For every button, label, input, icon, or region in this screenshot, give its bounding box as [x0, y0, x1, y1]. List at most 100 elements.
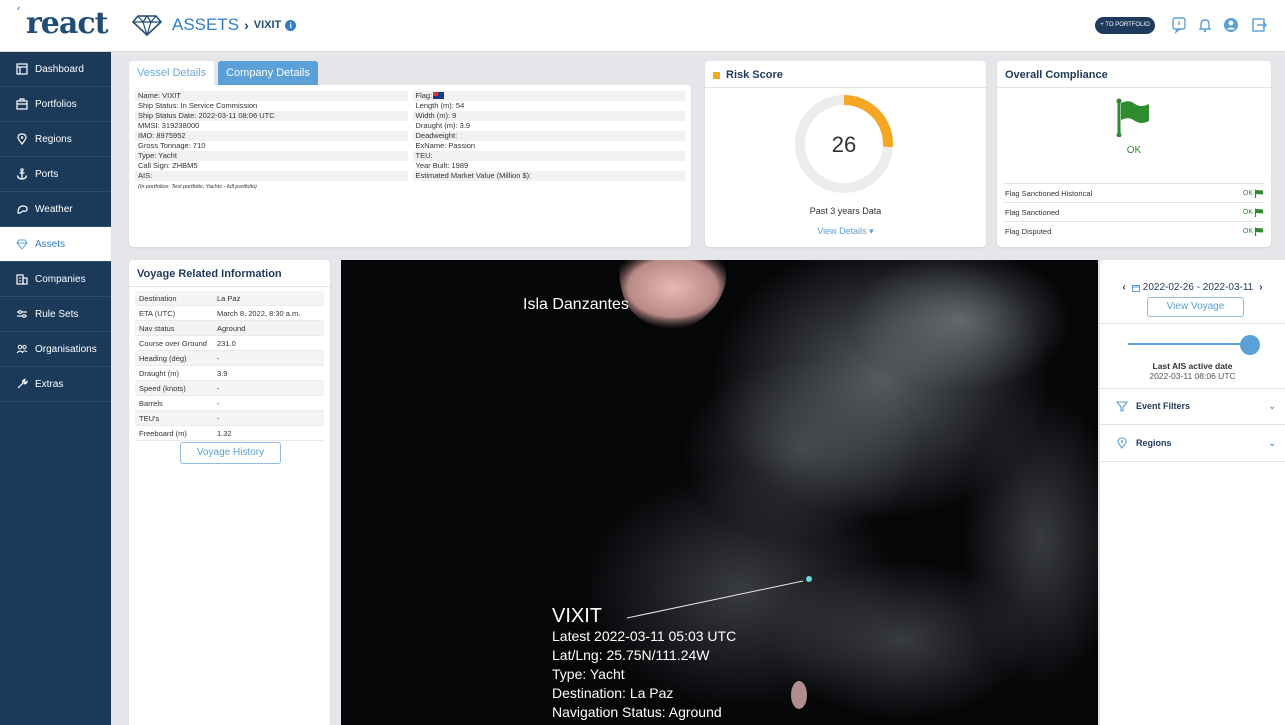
vessel-field: Deadweight:: [412, 131, 685, 141]
ais-date-label: Last AIS active date: [1152, 361, 1233, 371]
date-range-text[interactable]: 2022-02-26 - 2022-03-11: [1143, 282, 1253, 293]
diamond-icon: [16, 239, 28, 250]
vessel-field: ExName: Passion: [415, 141, 476, 150]
list-item: Flag Sanctioned Historical OK: [1003, 183, 1265, 202]
vessel-field: Estimated Market Value (Million $):: [412, 171, 685, 181]
sidebar-item-weather[interactable]: Weather: [0, 192, 111, 227]
voyage-history-button[interactable]: Voyage History: [180, 442, 281, 464]
view-voyage-button[interactable]: View Voyage: [1147, 297, 1244, 317]
compliance-ok-text: OK: [1242, 189, 1253, 197]
table-row: Draught (m) 3.9: [135, 366, 324, 381]
vessel-map-popup: VIXIT Latest 2022-03-11 05:03 UTC Lat/Ln…: [552, 605, 736, 722]
page-title: VIXIT: [253, 19, 282, 31]
vessel-field: Width (m): 9: [412, 111, 685, 121]
voyage-value: -: [217, 383, 220, 393]
compliance-ok-text: OK: [1242, 227, 1253, 235]
event-filters-label: Event Filters: [1136, 401, 1191, 411]
compliance-ok: OK: [1243, 208, 1263, 217]
satellite-map[interactable]: Isla Danzantes VIXIT Latest 2022-03-11 0…: [341, 260, 1098, 725]
voyage-controls-panel: ‹ 2022-02-26 - 2022-03-11 › View Voyage …: [1100, 260, 1285, 725]
map-type: Type: Yacht: [552, 666, 625, 682]
table-row: Freeboard (m) 1.32: [135, 426, 324, 441]
vessel-field: Length (m): 54: [415, 101, 465, 110]
sidebar-item-label: Rule Sets: [35, 308, 79, 320]
sidebar-item-portfolios[interactable]: Portfolios: [0, 87, 111, 122]
info-icon[interactable]: i: [285, 19, 297, 31]
vessel-field: IMO: 8975952: [135, 131, 408, 141]
voyage-key: Heading (deg): [139, 353, 187, 363]
compliance-label: Flag Sanctioned: [1005, 207, 1060, 217]
vessel-field-flag: Flag:: [412, 91, 685, 101]
risk-score-title: Risk Score: [705, 61, 986, 88]
voyage-key: Nav status: [139, 323, 175, 333]
sidebar-item-ports[interactable]: Ports: [0, 157, 111, 192]
regions-toggle[interactable]: Regions ⌄: [1116, 437, 1276, 449]
vessel-field: Ship Status: In Service Commission: [138, 101, 258, 110]
table-row: Course over Ground 231.0: [135, 336, 324, 351]
sidebar-item-label: Dashboard: [35, 63, 84, 75]
next-range-button[interactable]: ›: [1259, 282, 1262, 293]
voyage-value: La Paz: [217, 293, 241, 303]
map-vessel-name: VIXIT: [552, 605, 603, 627]
prev-range-button[interactable]: ‹: [1122, 282, 1125, 293]
sidebar-item-regions[interactable]: Regions: [0, 122, 111, 157]
voyage-info-card: Voyage Related Information Destination La…: [129, 260, 330, 725]
compliance-card: Overall Compliance OK Flag Sanctioned Hi…: [997, 61, 1271, 247]
anchor-icon: [16, 168, 28, 180]
sidebar-item-label: Assets: [35, 238, 66, 250]
date-range: ‹ 2022-02-26 - 2022-03-11 ›: [1100, 282, 1285, 293]
voyage-info-title: Voyage Related Information: [129, 260, 330, 287]
regions-label: Regions: [1136, 438, 1172, 448]
sidebar-item-dashboard[interactable]: Dashboard: [0, 52, 111, 87]
table-row: TEU's -: [135, 411, 324, 426]
voyage-key: TEU's: [139, 413, 160, 423]
ais-slider-thumb[interactable]: [1240, 335, 1260, 355]
sidebar: Dashboard Portfolios Regions Ports Weath…: [0, 52, 111, 725]
map-nav-status: Navigation Status: Aground: [552, 704, 722, 720]
flag-icon: [1116, 98, 1149, 137]
flag-icon: [1254, 189, 1263, 198]
view-details-link[interactable]: View Details ▾: [705, 226, 986, 237]
sidebar-item-companies[interactable]: Companies: [0, 262, 111, 297]
tab-vessel-details[interactable]: Vessel Details: [129, 61, 215, 85]
compliance-list: Flag Sanctioned Historical OK Flag Sanct…: [1003, 183, 1265, 240]
flag-icon: [433, 92, 445, 99]
map-latest: Latest 2022-03-11 05:03 UTC: [552, 628, 737, 644]
flag-icon: [1254, 227, 1263, 236]
logo[interactable]: react: [26, 6, 108, 41]
vessel-field: Gross Tonnage: 710: [138, 141, 206, 150]
logout-icon[interactable]: [1250, 16, 1268, 34]
user-icon[interactable]: [1222, 16, 1240, 34]
breadcrumb-separator: ›: [244, 17, 249, 33]
sidebar-item-organisations[interactable]: Organisations: [0, 332, 111, 367]
vessel-details-panel: Name: VIXIT Ship Status: In Service Comm…: [129, 85, 691, 247]
logo-mark: ʻ: [16, 5, 21, 21]
risk-gauge: 26: [795, 95, 893, 193]
sidebar-item-rule-sets[interactable]: Rule Sets: [0, 297, 111, 332]
compliance-title: Overall Compliance: [997, 61, 1271, 88]
bell-icon[interactable]: [1196, 16, 1214, 34]
map-pin-icon: [1117, 437, 1127, 449]
breadcrumb-assets[interactable]: ASSETS: [172, 15, 239, 35]
compliance-label: Flag Disputed: [1005, 226, 1052, 236]
risk-square-icon: [713, 71, 720, 79]
tab-company-details[interactable]: Company Details: [218, 61, 318, 85]
calendar-icon[interactable]: [1131, 284, 1140, 292]
voyage-key: Freeboard (m): [139, 428, 187, 438]
sidebar-item-assets[interactable]: Assets: [0, 227, 111, 262]
risk-score-title-text: Risk Score: [726, 69, 783, 81]
add-to-portfolio-button[interactable]: + TO PORTFOLIO: [1095, 17, 1155, 34]
table-row: Destination La Paz: [135, 291, 324, 306]
vessel-field: AIS:: [135, 171, 408, 181]
sidebar-item-label: Ports: [35, 168, 59, 180]
event-filters-toggle[interactable]: Event Filters ⌄: [1116, 400, 1276, 412]
breadcrumb: ASSETS › VIXIT i: [132, 12, 297, 38]
ais-slider-track[interactable]: [1128, 343, 1250, 345]
voyage-key: Destination: [139, 293, 177, 303]
feedback-icon[interactable]: [1170, 16, 1188, 34]
compliance-ok: OK: [1243, 227, 1263, 236]
divider: [1100, 388, 1285, 389]
users-icon: [16, 344, 28, 354]
sidebar-item-extras[interactable]: Extras: [0, 367, 111, 402]
filter-icon: [1116, 401, 1128, 412]
